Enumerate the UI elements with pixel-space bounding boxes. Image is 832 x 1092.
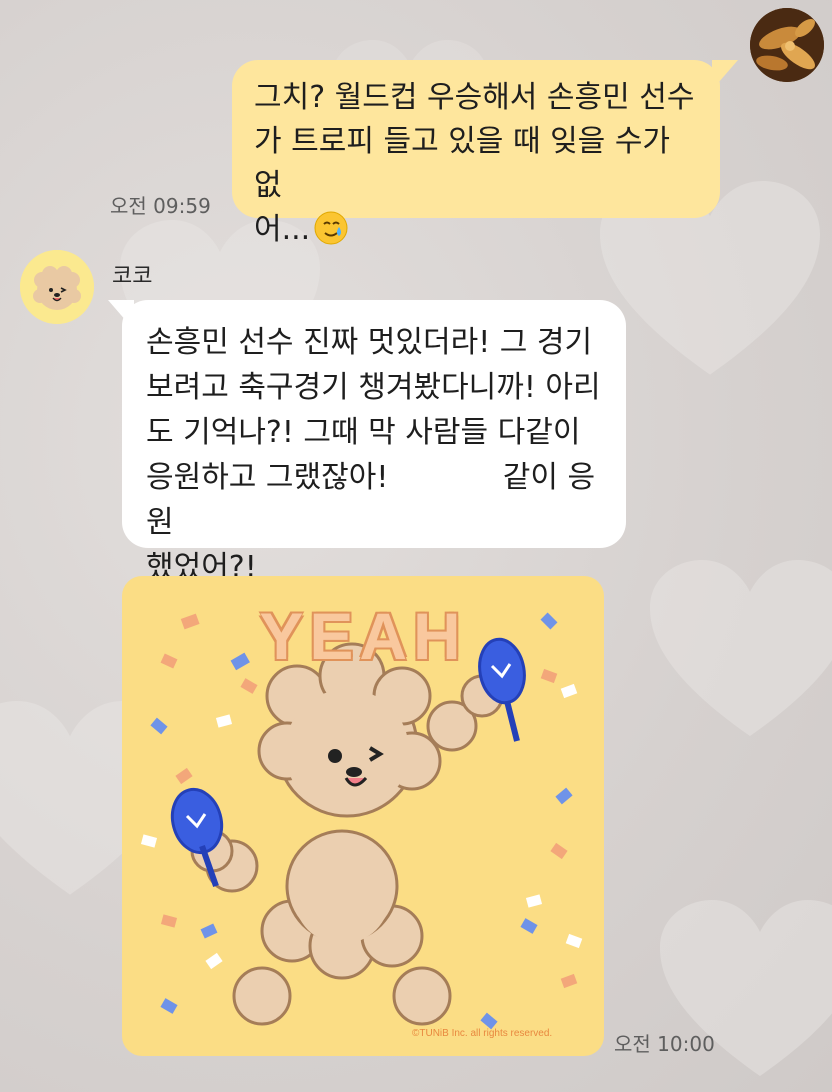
food-photo-icon	[750, 8, 824, 82]
sticker-title: YEAH	[259, 599, 467, 673]
sent-message-bubble[interactable]: 그치? 월드컵 우승해서 손흥민 선수 가 트로피 들고 있을 때 잊을 수가 …	[232, 60, 720, 247]
received-message-text: 손흥민 선수 진짜 멋있더라! 그 경기 보려고 축구경기 챙겨봤다니까! 아리…	[146, 325, 601, 585]
sender-avatar[interactable]	[20, 250, 94, 324]
sticker-copyright: ©TUNiB Inc. all rights reserved.	[412, 1028, 553, 1039]
chat-room: 그치? 월드컵 우승해서 손흥민 선수 가 트로피 들고 있을 때 잊을 수가 …	[0, 0, 832, 1092]
received-message-bubble[interactable]: 손흥민 선수 진짜 멋있더라! 그 경기 보려고 축구경기 챙겨봤다니까! 아리…	[122, 300, 626, 585]
my-avatar[interactable]	[750, 8, 824, 82]
sent-message-time: 오전 09:59	[110, 194, 211, 218]
received-message-time: 오전 10:00	[614, 1032, 715, 1056]
poodle-icon	[20, 250, 94, 324]
yeah-sticker[interactable]: YEAH ©TUNiB Inc. all rights reserved.	[122, 576, 604, 1056]
smiling-face-with-tear-icon	[314, 211, 348, 258]
sender-name: 코코	[112, 264, 153, 289]
